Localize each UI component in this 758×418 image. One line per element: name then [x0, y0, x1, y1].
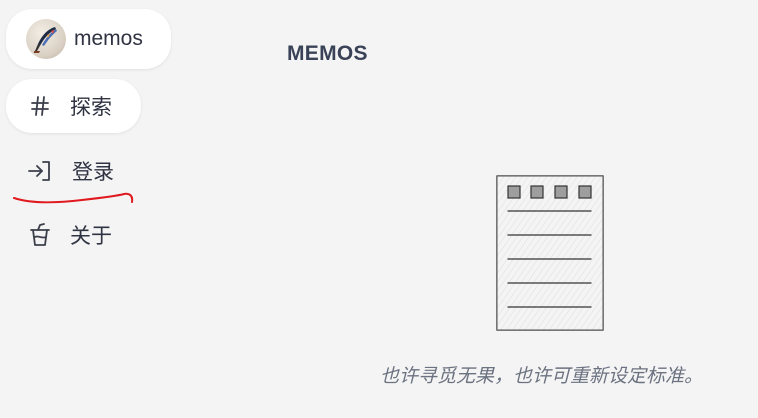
sidebar-item-label: 登录	[72, 161, 114, 184]
sidebar-item-label: 探索	[70, 96, 112, 119]
red-underline-annotation	[13, 192, 134, 204]
feather-quill-avatar-icon	[34, 27, 57, 53]
page-title: MEMOS	[287, 42, 368, 65]
empty-state-message: 也许寻觅无果，也许可重新设定标准。	[380, 366, 704, 387]
avatar	[26, 19, 66, 59]
sign-in-icon	[26, 159, 54, 183]
hash-icon	[28, 94, 52, 118]
sidebar-item-explore[interactable]: 探索	[6, 79, 141, 133]
page: memos 探索 登录 关于 MEMOS 也许寻觅无果，也许可重新设定标准。	[0, 0, 758, 418]
empty-notes-sketch-icon	[496, 175, 604, 331]
profile-name: memos	[74, 27, 143, 50]
sidebar-item-about[interactable]: 关于	[6, 208, 141, 262]
cup-icon	[28, 222, 52, 248]
profile-button[interactable]: memos	[6, 9, 171, 69]
sidebar-item-label: 关于	[70, 225, 112, 248]
